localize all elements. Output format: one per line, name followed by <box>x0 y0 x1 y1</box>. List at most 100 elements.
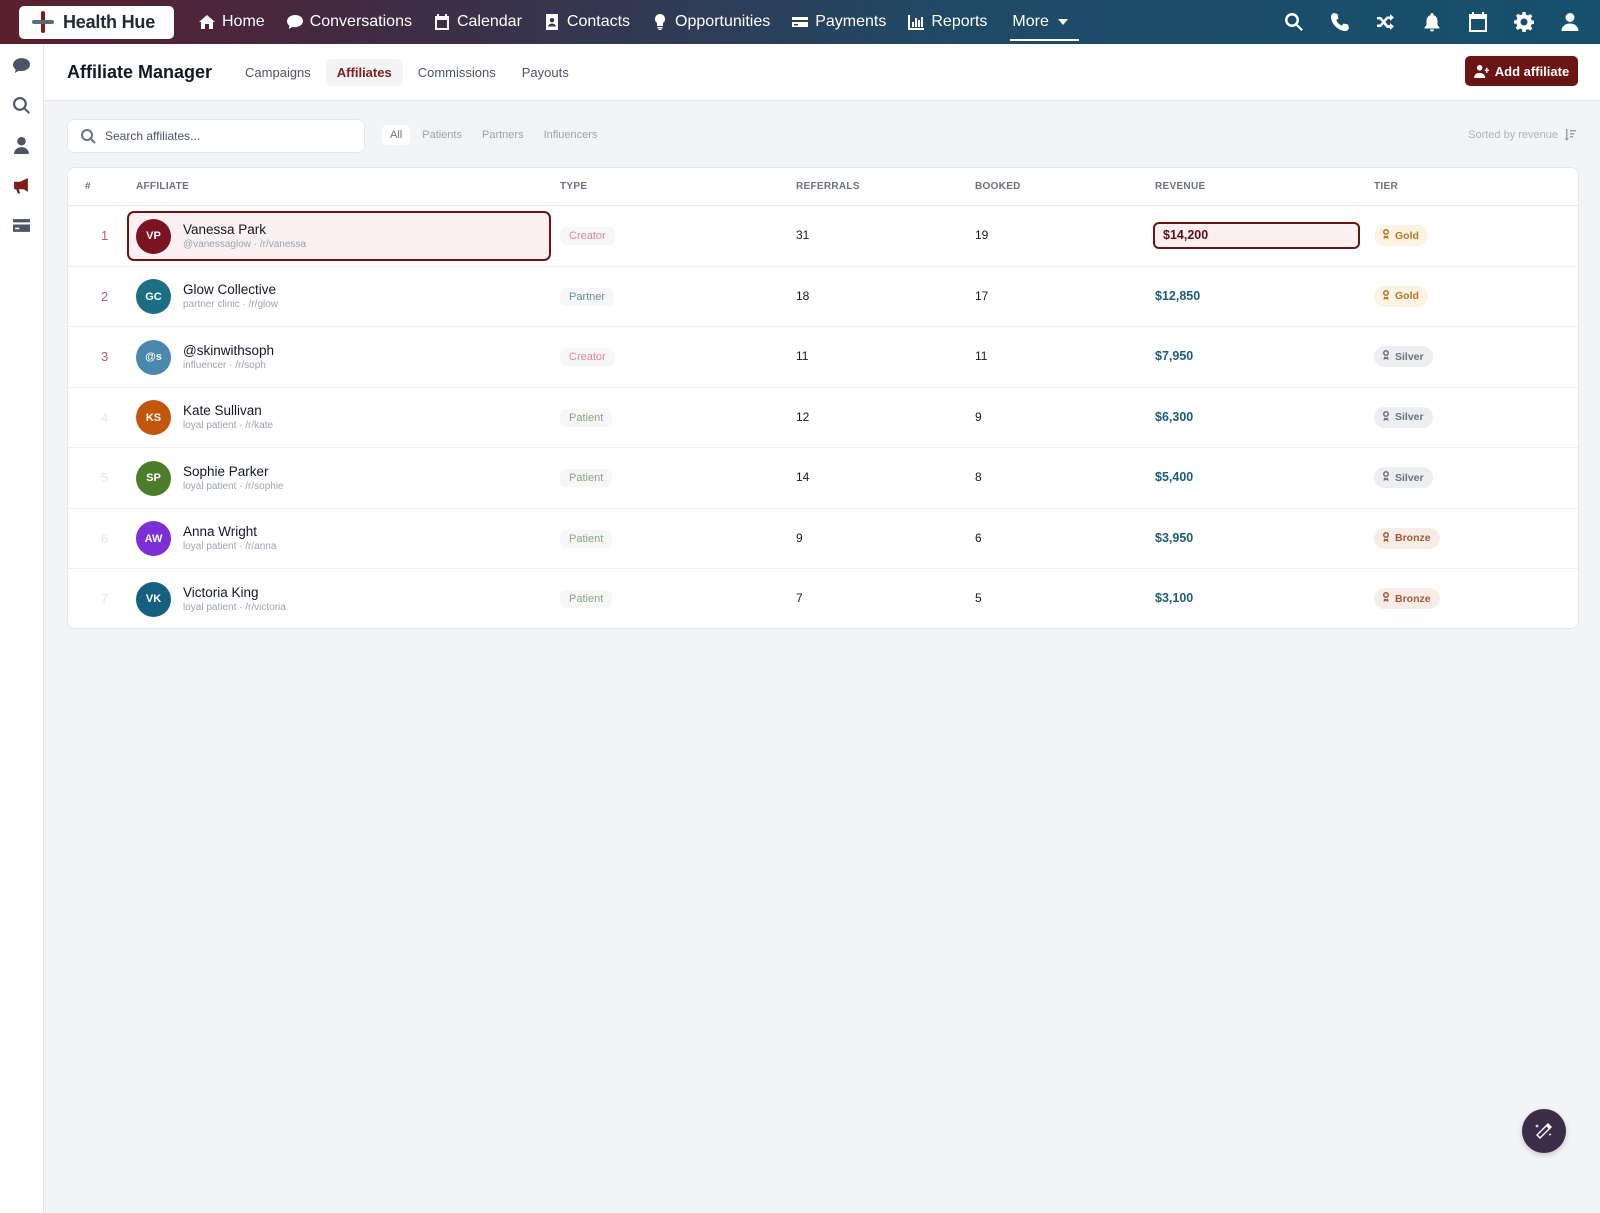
search-affiliates-input[interactable] <box>105 129 345 143</box>
column-header-tier[interactable]: TIER <box>1374 181 1398 192</box>
calendar-icon[interactable] <box>1468 12 1488 32</box>
affiliate-cell[interactable]: GC Glow Collective partner clinic · /r/glo… <box>127 272 551 322</box>
nav-item-conversations[interactable]: Conversations <box>276 0 423 44</box>
table-row[interactable]: 4 KS Kate Sullivan loyal patient · /r/kate P… <box>68 388 1578 448</box>
nav-item-calendar[interactable]: Calendar <box>423 0 533 44</box>
add-affiliate-button[interactable]: Add affiliate <box>1465 56 1578 86</box>
app-logo-text: Health Hue <box>63 11 156 32</box>
sort-control[interactable]: Sorted by revenue <box>1468 129 1576 141</box>
nav-item-label: Opportunities <box>675 13 771 30</box>
filter-patients[interactable]: Patients <box>414 125 470 145</box>
revenue-value: $3,950 <box>1155 530 1194 545</box>
affiliate-cell[interactable]: KS Kate Sullivan loyal patient · /r/kate <box>127 393 551 443</box>
tier-badge: Bronze <box>1374 588 1440 609</box>
table-row[interactable]: 7 VK Victoria King loyal patient · /r/victo… <box>68 569 1578 628</box>
avatar: KS <box>136 400 171 435</box>
rail-credit-card-icon[interactable] <box>13 216 31 234</box>
search-box[interactable] <box>67 119 365 153</box>
medal-icon <box>1382 592 1390 605</box>
rank-number: 5 <box>101 470 109 485</box>
top-nav-bar: Health Hue Home Conversations Calendar C… <box>0 0 1600 44</box>
medal-icon <box>1382 471 1390 484</box>
referrals-count: 31 <box>796 228 810 242</box>
revenue-value: $5,400 <box>1155 470 1194 484</box>
table-row[interactable]: 1 VP Vanessa Park @vanessaglow · /r/vanessa… <box>68 206 1578 267</box>
revenue-value[interactable]: $14,200 <box>1153 222 1360 249</box>
nav-item-contacts[interactable]: Contacts <box>533 0 641 44</box>
main-nav: Home Conversations Calendar Contacts Opp… <box>188 0 1080 44</box>
rail-megaphone-icon[interactable] <box>13 176 31 194</box>
tab-commissions[interactable]: Commissions <box>407 59 507 86</box>
tier-label: Silver <box>1395 411 1424 423</box>
avatar: @s <box>136 339 171 375</box>
tab-campaigns[interactable]: Campaigns <box>234 59 322 86</box>
phone-icon[interactable] <box>1330 12 1350 32</box>
column-header-revenue[interactable]: REVENUE <box>1155 181 1205 192</box>
rail-search-icon[interactable] <box>13 96 31 114</box>
sort-descending-icon <box>1564 129 1576 141</box>
affiliate-handle: loyal patient · /r/anna <box>183 541 277 552</box>
bell-icon[interactable] <box>1422 12 1442 32</box>
medal-icon <box>1382 229 1390 242</box>
column-header-affiliate[interactable]: AFFILIATE <box>136 181 189 192</box>
booked-count: 5 <box>975 591 982 605</box>
affiliate-cell[interactable]: VK Victoria King loyal patient · /r/victor… <box>127 574 551 624</box>
tier-label: Silver <box>1395 471 1424 484</box>
filter-all[interactable]: All <box>382 125 411 145</box>
logo-mark-icon <box>31 10 55 34</box>
booked-count: 19 <box>975 228 989 242</box>
rail-user-icon[interactable] <box>13 136 31 154</box>
column-header-referrals[interactable]: REFERRALS <box>796 181 860 192</box>
type-badge: Patient <box>560 529 613 548</box>
rail-chat-icon[interactable] <box>13 56 31 74</box>
referrals-count: 9 <box>796 530 803 545</box>
affiliate-cell[interactable]: AW Anna Wright loyal patient · /r/anna <box>127 514 551 564</box>
home-icon <box>199 15 215 29</box>
affiliate-handle: influencer · /r/soph <box>183 359 266 371</box>
tier-badge: Gold <box>1374 225 1428 246</box>
type-badge: Patient <box>560 469 613 487</box>
booked-count: 6 <box>975 530 982 545</box>
section-tabs: Campaigns Affiliates Commissions Payouts <box>234 58 580 86</box>
affiliate-info: @skinwithsoph influencer · /r/soph <box>183 342 274 373</box>
nav-item-opportunities[interactable]: Opportunities <box>641 0 781 44</box>
shuffle-icon[interactable] <box>1376 12 1396 32</box>
app-logo[interactable]: Health Hue <box>19 5 174 39</box>
affiliate-info: Vanessa Park @vanessaglow · /r/vanessa <box>183 221 306 252</box>
user-icon[interactable] <box>1560 12 1580 32</box>
avatar: GC <box>136 279 171 314</box>
rank-number: 2 <box>101 288 109 304</box>
nav-item-home[interactable]: Home <box>188 0 276 44</box>
magic-wand-button[interactable] <box>1522 1109 1566 1153</box>
filter-partners[interactable]: Partners <box>474 125 532 145</box>
table-row[interactable]: 3 @s @skinwithsoph influencer · /r/soph Crea… <box>68 327 1578 388</box>
table-row[interactable]: 6 AW Anna Wright loyal patient · /r/anna Pat… <box>68 509 1578 569</box>
table-row[interactable]: 2 GC Glow Collective partner clinic · /r/gl… <box>68 267 1578 327</box>
nav-item-label: Calendar <box>456 13 522 30</box>
column-header-type[interactable]: TYPE <box>560 181 587 192</box>
contact-card-icon <box>545 14 558 30</box>
affiliate-cell[interactable]: @s @skinwithsoph influencer · /r/soph <box>127 332 551 382</box>
gear-icon[interactable] <box>1514 12 1534 32</box>
referrals-count: 12 <box>796 409 810 424</box>
affiliate-cell[interactable]: SP Sophie Parker loyal patient · /r/sophie <box>127 453 551 503</box>
affiliates-table: # AFFILIATE TYPE REFERRALS BOOKED REVENU… <box>67 167 1579 629</box>
affiliate-handle: loyal patient · /r/victoria <box>183 601 286 613</box>
nav-item-more[interactable]: More <box>1001 0 1080 44</box>
affiliate-cell[interactable]: VP Vanessa Park @vanessaglow · /r/vanessa <box>127 211 551 261</box>
filter-influencers[interactable]: Influencers <box>536 125 606 145</box>
column-header-booked[interactable]: BOOKED <box>975 181 1021 192</box>
left-icon-rail <box>0 44 44 1213</box>
referrals-count: 11 <box>796 349 809 363</box>
referrals-count: 14 <box>796 470 810 484</box>
nav-item-reports[interactable]: Reports <box>897 0 998 44</box>
type-badge: Patient <box>560 590 613 608</box>
medal-icon <box>1382 531 1390 545</box>
search-icon[interactable] <box>1284 12 1304 32</box>
tab-affiliates[interactable]: Affiliates <box>325 58 403 86</box>
table-row[interactable]: 5 SP Sophie Parker loyal patient · /r/sophi… <box>68 448 1578 509</box>
tab-payouts[interactable]: Payouts <box>511 59 580 86</box>
type-badge: Patient <box>560 408 613 427</box>
nav-item-payments[interactable]: Payments <box>781 0 897 44</box>
revenue-value: $3,100 <box>1155 591 1194 605</box>
